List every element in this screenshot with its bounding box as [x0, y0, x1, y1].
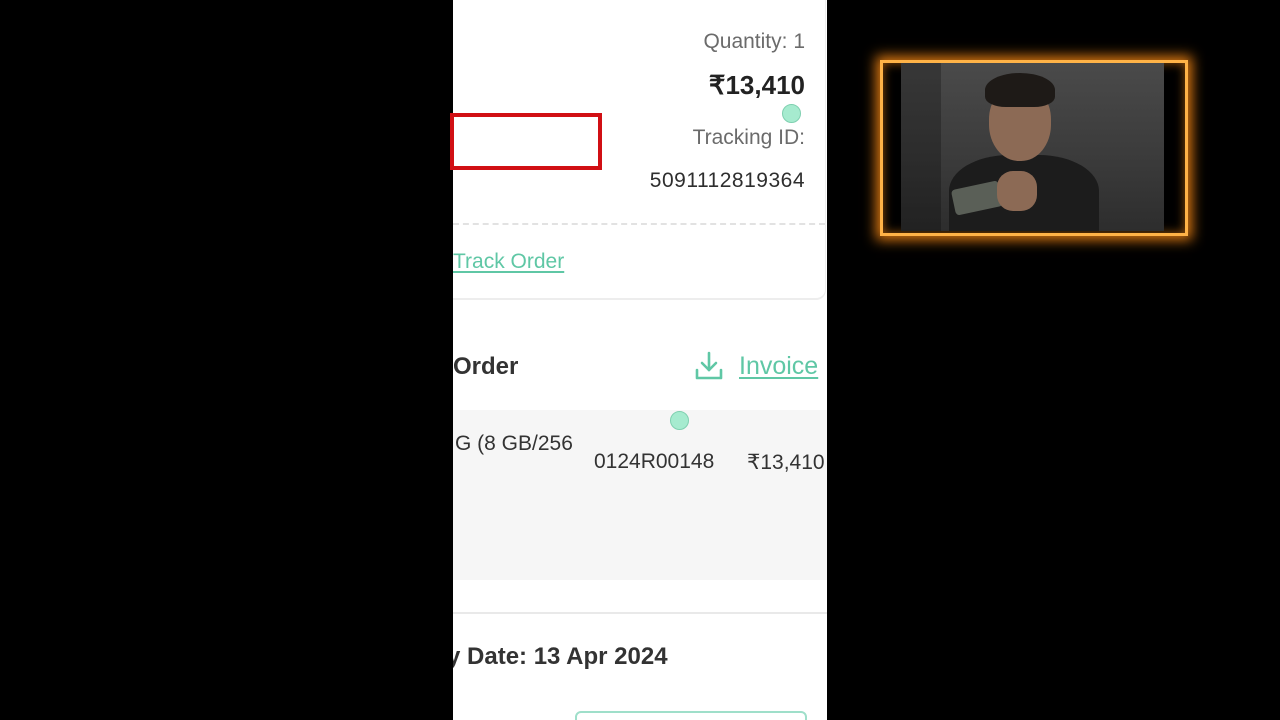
order-section-heading: Order — [453, 353, 519, 380]
presenter-hair — [985, 73, 1055, 107]
webcam-shadow — [901, 63, 941, 231]
invoice-label: Invoice — [739, 351, 819, 380]
touch-indicator-dot — [670, 411, 689, 430]
download-icon — [695, 351, 723, 380]
track-order-link[interactable]: Track Order — [453, 250, 564, 274]
bottom-action-button[interactable] — [575, 711, 807, 720]
item-price: ₹13,410 — [708, 70, 805, 100]
invoice-button[interactable]: Invoice — [693, 350, 818, 382]
dashed-divider — [453, 223, 825, 225]
highlight-box — [450, 113, 602, 170]
item-code: 0124R00148 — [594, 450, 715, 473]
touch-indicator-dot — [782, 104, 801, 123]
item-row-price: ₹13,410 — [747, 451, 825, 474]
order-item-row: G (8 GB/256 0124R00148 ₹13,410 — [453, 410, 827, 580]
tracking-id: 5091112819364 — [649, 169, 805, 192]
webcam-video — [901, 63, 1164, 231]
quantity-text: Quantity: 1 — [703, 30, 805, 53]
section-divider — [453, 612, 827, 614]
tracking-label: Tracking ID: — [692, 126, 805, 149]
item-name: G (8 GB/256 — [455, 432, 573, 455]
presenter-hands — [997, 171, 1037, 211]
phone-screen: Quantity: 1 ₹13,410 Tracking ID: 5091112… — [453, 0, 827, 720]
delivery-date: y Date: 13 Apr 2024 — [453, 643, 668, 670]
